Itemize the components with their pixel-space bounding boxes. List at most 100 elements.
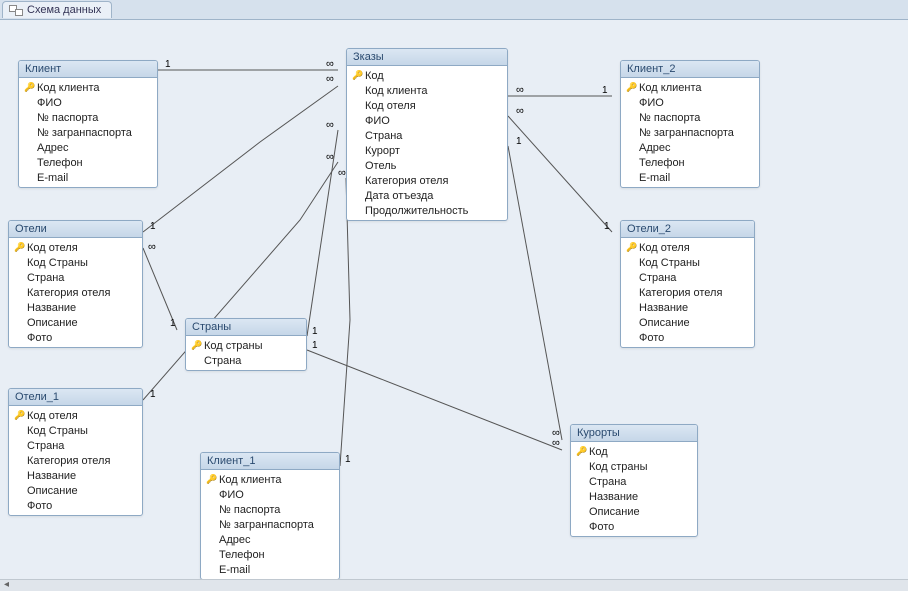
relationships-canvas[interactable]: 1∞∞11∞∞11∞1∞1∞1∞1∞∞1 Клиент🔑Код клиентаФ…: [0, 20, 908, 579]
table-field[interactable]: E-mail: [19, 170, 157, 185]
table-title[interactable]: Клиент: [19, 61, 157, 78]
primary-key-icon: 🔑: [205, 474, 219, 485]
field-label: Категория отеля: [639, 287, 748, 299]
table-field[interactable]: Описание: [9, 483, 142, 498]
svg-text:∞: ∞: [326, 73, 334, 85]
table-field[interactable]: Страна: [571, 474, 697, 489]
table-hotels1[interactable]: Отели_1 🔑Код отеляКод СтраныСтранаКатегор…: [8, 388, 143, 516]
table-title[interactable]: Зказы: [347, 49, 507, 66]
table-field[interactable]: Фото: [621, 330, 754, 345]
field-label: Код: [589, 446, 691, 458]
table-field[interactable]: Категория отеля: [621, 285, 754, 300]
table-client[interactable]: Клиент 🔑Код клиентаФИО№ паспорта № загранп…: [18, 60, 158, 188]
table-field[interactable]: 🔑Код: [347, 68, 507, 83]
table-field[interactable]: ФИО: [621, 95, 759, 110]
table-field[interactable]: Категория отеля: [347, 173, 507, 188]
svg-text:∞: ∞: [552, 437, 560, 449]
table-field[interactable]: Страна: [186, 353, 306, 368]
table-field-list: 🔑Код отеляКод СтраныСтрана Категория отел…: [621, 238, 754, 347]
table-field[interactable]: Фото: [571, 519, 697, 534]
table-field[interactable]: № загранпаспорта: [201, 517, 339, 532]
tab-relationships[interactable]: Схема данных: [2, 1, 112, 18]
table-field[interactable]: Описание: [9, 315, 142, 330]
table-field[interactable]: Название: [621, 300, 754, 315]
table-field[interactable]: Отель: [347, 158, 507, 173]
table-field[interactable]: ФИО: [347, 113, 507, 128]
table-field[interactable]: Телефон: [621, 155, 759, 170]
table-field[interactable]: 🔑Код клиента: [621, 80, 759, 95]
table-field[interactable]: 🔑Код клиента: [19, 80, 157, 95]
table-field[interactable]: Страна: [347, 128, 507, 143]
table-field[interactable]: № паспорта: [201, 502, 339, 517]
table-field[interactable]: 🔑Код страны: [186, 338, 306, 353]
table-field[interactable]: 🔑Код: [571, 444, 697, 459]
table-field[interactable]: № загранпаспорта: [19, 125, 157, 140]
table-field[interactable]: Название: [571, 489, 697, 504]
table-field[interactable]: 🔑Код отеля: [9, 240, 142, 255]
table-field[interactable]: Код Страны: [621, 255, 754, 270]
table-field[interactable]: Телефон: [19, 155, 157, 170]
table-field[interactable]: Адрес: [19, 140, 157, 155]
table-title[interactable]: Отели: [9, 221, 142, 238]
table-title[interactable]: Клиент_1: [201, 453, 339, 470]
table-field[interactable]: № загранпаспорта: [621, 125, 759, 140]
field-label: № загранпаспорта: [639, 127, 753, 139]
table-title[interactable]: Клиент_2: [621, 61, 759, 78]
field-label: Код страны: [204, 340, 300, 352]
table-field[interactable]: Название: [9, 300, 142, 315]
table-field[interactable]: Код Страны: [9, 423, 142, 438]
table-field[interactable]: E-mail: [201, 562, 339, 577]
field-label: № загранпаспорта: [219, 519, 333, 531]
table-field[interactable]: Название: [9, 468, 142, 483]
table-field[interactable]: 🔑Код клиента: [201, 472, 339, 487]
table-field[interactable]: Описание: [621, 315, 754, 330]
table-field[interactable]: Дата отъезда: [347, 188, 507, 203]
table-title[interactable]: Отели_1: [9, 389, 142, 406]
table-field[interactable]: Код клиента: [347, 83, 507, 98]
table-field[interactable]: № паспорта: [621, 110, 759, 125]
table-field[interactable]: Адрес: [621, 140, 759, 155]
table-field[interactable]: 🔑Код отеля: [621, 240, 754, 255]
table-field[interactable]: Код отеля: [347, 98, 507, 113]
table-field[interactable]: ФИО: [19, 95, 157, 110]
table-orders[interactable]: Зказы 🔑КодКод клиентаКод отеляФИОСтранаКу…: [346, 48, 508, 221]
table-field[interactable]: 🔑Код отеля: [9, 408, 142, 423]
table-field[interactable]: E-mail: [621, 170, 759, 185]
table-field[interactable]: Фото: [9, 330, 142, 345]
table-field[interactable]: Код страны: [571, 459, 697, 474]
field-label: № паспорта: [639, 112, 753, 124]
table-title[interactable]: Курорты: [571, 425, 697, 442]
table-hotels2[interactable]: Отели_2 🔑Код отеляКод СтраныСтрана Категор…: [620, 220, 755, 348]
table-field[interactable]: Телефон: [201, 547, 339, 562]
table-field[interactable]: Адрес: [201, 532, 339, 547]
table-client2[interactable]: Клиент_2 🔑Код клиента ФИО № паспорта № загра…: [620, 60, 760, 188]
table-field[interactable]: Категория отеля: [9, 453, 142, 468]
field-label: № загранпаспорта: [37, 127, 151, 139]
table-field[interactable]: Страна: [621, 270, 754, 285]
table-field[interactable]: ФИО: [201, 487, 339, 502]
table-title[interactable]: Отели_2: [621, 221, 754, 238]
table-field[interactable]: Страна: [9, 438, 142, 453]
horizontal-scrollbar[interactable]: [0, 579, 908, 591]
svg-text:∞: ∞: [326, 58, 334, 70]
table-countries[interactable]: Страны 🔑Код страныСтрана: [185, 318, 307, 371]
field-label: Фото: [639, 332, 748, 344]
table-field[interactable]: Страна: [9, 270, 142, 285]
field-label: Категория отеля: [27, 287, 136, 299]
table-field[interactable]: Фото: [9, 498, 142, 513]
table-field[interactable]: № паспорта: [19, 110, 157, 125]
table-field[interactable]: Категория отеля: [9, 285, 142, 300]
field-label: Код клиента: [37, 82, 151, 94]
tab-label: Схема данных: [27, 4, 101, 16]
table-field[interactable]: Код Страны: [9, 255, 142, 270]
table-field[interactable]: Описание: [571, 504, 697, 519]
table-field[interactable]: Курорт: [347, 143, 507, 158]
field-label: ФИО: [639, 97, 753, 109]
svg-text:∞: ∞: [516, 84, 524, 96]
table-field[interactable]: Продолжительность: [347, 203, 507, 218]
table-client1[interactable]: Клиент_1 🔑Код клиентаФИО№ паспорта № загра…: [200, 452, 340, 580]
field-label: Адрес: [37, 142, 151, 154]
table-title[interactable]: Страны: [186, 319, 306, 336]
table-hotels[interactable]: Отели 🔑Код отеляКод СтраныСтрана Категория…: [8, 220, 143, 348]
table-resorts[interactable]: Курорты 🔑КодКод страныСтранаНазваниеОписа…: [570, 424, 698, 537]
